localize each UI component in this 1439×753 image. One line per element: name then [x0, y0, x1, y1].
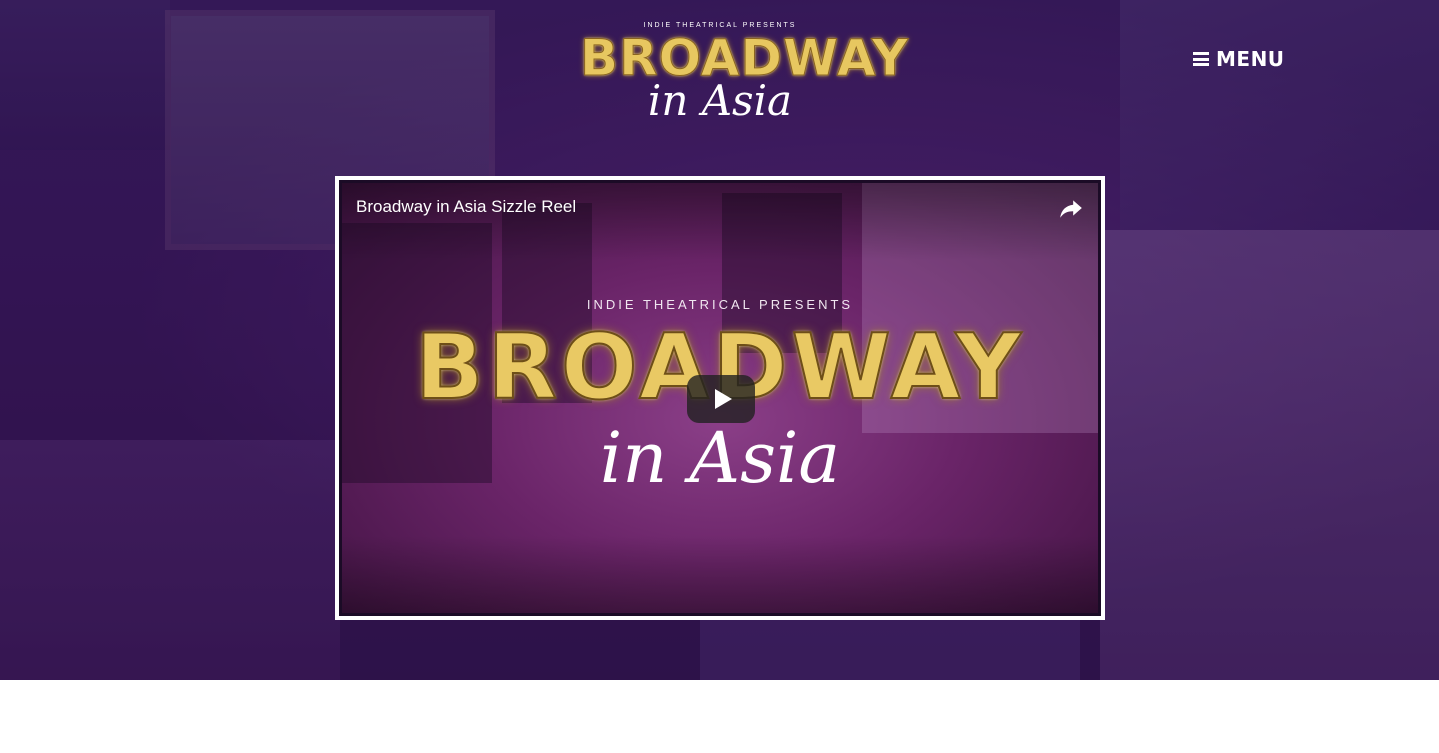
- menu-button[interactable]: MENU: [1193, 46, 1285, 72]
- hero-section: INDIE THEATRICAL PRESENTS BROADWAY in As…: [0, 0, 1439, 680]
- video-player[interactable]: INDIE THEATRICAL PRESENTS BROADWAY in As…: [335, 176, 1105, 620]
- thumbnail-subtitle: in Asia: [599, 417, 841, 499]
- play-button[interactable]: [687, 375, 755, 423]
- menu-label: MENU: [1216, 47, 1285, 71]
- logo-presents-text: INDIE THEATRICAL PRESENTS: [643, 22, 797, 29]
- hamburger-icon: [1193, 52, 1209, 66]
- logo-subtitle: in Asia: [647, 76, 793, 125]
- video-title[interactable]: Broadway in Asia Sizzle Reel: [356, 197, 576, 217]
- play-icon: [714, 389, 732, 409]
- video-thumbnail[interactable]: INDIE THEATRICAL PRESENTS BROADWAY in As…: [342, 183, 1098, 613]
- share-icon[interactable]: [1058, 195, 1084, 221]
- thumbnail-presents-text: INDIE THEATRICAL PRESENTS: [586, 297, 854, 312]
- site-logo[interactable]: INDIE THEATRICAL PRESENTS BROADWAY in As…: [580, 22, 909, 147]
- page-content-area: [0, 680, 1439, 753]
